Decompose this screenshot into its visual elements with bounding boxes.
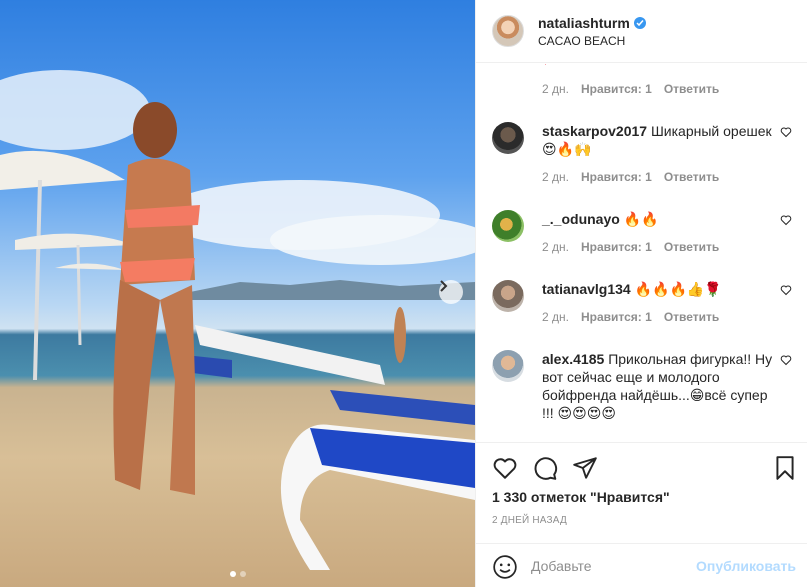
comment-age[interactable]: 2 дн. (542, 308, 569, 326)
carousel-dot-active (229, 571, 236, 577)
comment-text: ♥ (542, 64, 778, 70)
post-photo[interactable] (0, 0, 475, 587)
like-comment-heart-icon[interactable] (780, 354, 792, 366)
carousel-dot (239, 571, 246, 577)
comment-age[interactable]: 2 дн. (542, 168, 569, 186)
author-avatar[interactable] (492, 15, 524, 47)
comment-likes[interactable]: Нравится: 1 (581, 308, 652, 326)
post-header: nataliashturm CACAO BEACH (476, 0, 807, 63)
comment-text: 🔥🔥🔥👍🌹 (634, 281, 722, 297)
share-icon[interactable] (572, 455, 598, 481)
comment-username[interactable]: staskarpov2017 (542, 123, 647, 139)
emoji-icon[interactable] (492, 554, 518, 580)
likes-count[interactable]: 1 330 отметок "Нравится" (492, 489, 670, 505)
like-comment-heart-icon[interactable] (780, 284, 792, 296)
comment-input[interactable] (531, 554, 691, 578)
post-sidebar: nataliashturm CACAO BEACH ♥ 2 дн. Нравит… (475, 0, 807, 587)
reply-button[interactable]: Ответить (664, 238, 719, 256)
beach-scene (0, 70, 475, 570)
reply-button[interactable]: Ответить (664, 80, 719, 98)
like-comment-heart-icon[interactable] (780, 126, 792, 138)
commenter-avatar[interactable] (492, 210, 524, 242)
comment-icon[interactable] (532, 455, 558, 481)
comment-age[interactable]: 2 дн. (542, 80, 569, 98)
comment-text: 🔥🔥 (623, 211, 659, 227)
comment-username[interactable]: tatianavlg134 (542, 281, 631, 297)
add-comment-form: Опубликовать (476, 543, 807, 587)
comment-username[interactable]: alex.4185 (542, 351, 604, 367)
post-timestamp[interactable]: 2 ДНЕЙ НАЗАД (492, 515, 567, 526)
comment-likes[interactable]: Нравится: 1 (581, 238, 652, 256)
commenter-avatar[interactable] (492, 280, 524, 312)
chevron-right-icon (440, 280, 448, 292)
bookmark-icon[interactable] (772, 455, 798, 481)
post-location[interactable]: CACAO BEACH (538, 34, 646, 48)
post-actions: 1 330 отметок "Нравится" 2 ДНЕЙ НАЗАД Оп… (476, 442, 807, 587)
commenter-avatar[interactable] (492, 122, 524, 154)
comment-username[interactable]: _._odunayo (542, 211, 620, 227)
reply-button[interactable]: Ответить (664, 308, 719, 326)
comment-likes[interactable]: Нравится: 1 (581, 168, 652, 186)
publish-button[interactable]: Опубликовать (696, 558, 796, 574)
comments-list: ♥ 2 дн. Нравится: 1 Ответить staskarpov2… (476, 64, 807, 442)
comment-likes[interactable]: Нравится: 1 (581, 80, 652, 98)
next-image-button[interactable] (439, 280, 463, 304)
verified-badge-icon (633, 16, 646, 29)
commenter-avatar[interactable] (492, 350, 524, 382)
heart-icon[interactable] (492, 455, 518, 481)
like-comment-heart-icon[interactable] (780, 214, 792, 226)
reply-button[interactable]: Ответить (664, 168, 719, 186)
author-username[interactable]: nataliashturm (538, 15, 630, 31)
carousel-indicator (0, 571, 475, 577)
comment-age[interactable]: 2 дн. (542, 238, 569, 256)
